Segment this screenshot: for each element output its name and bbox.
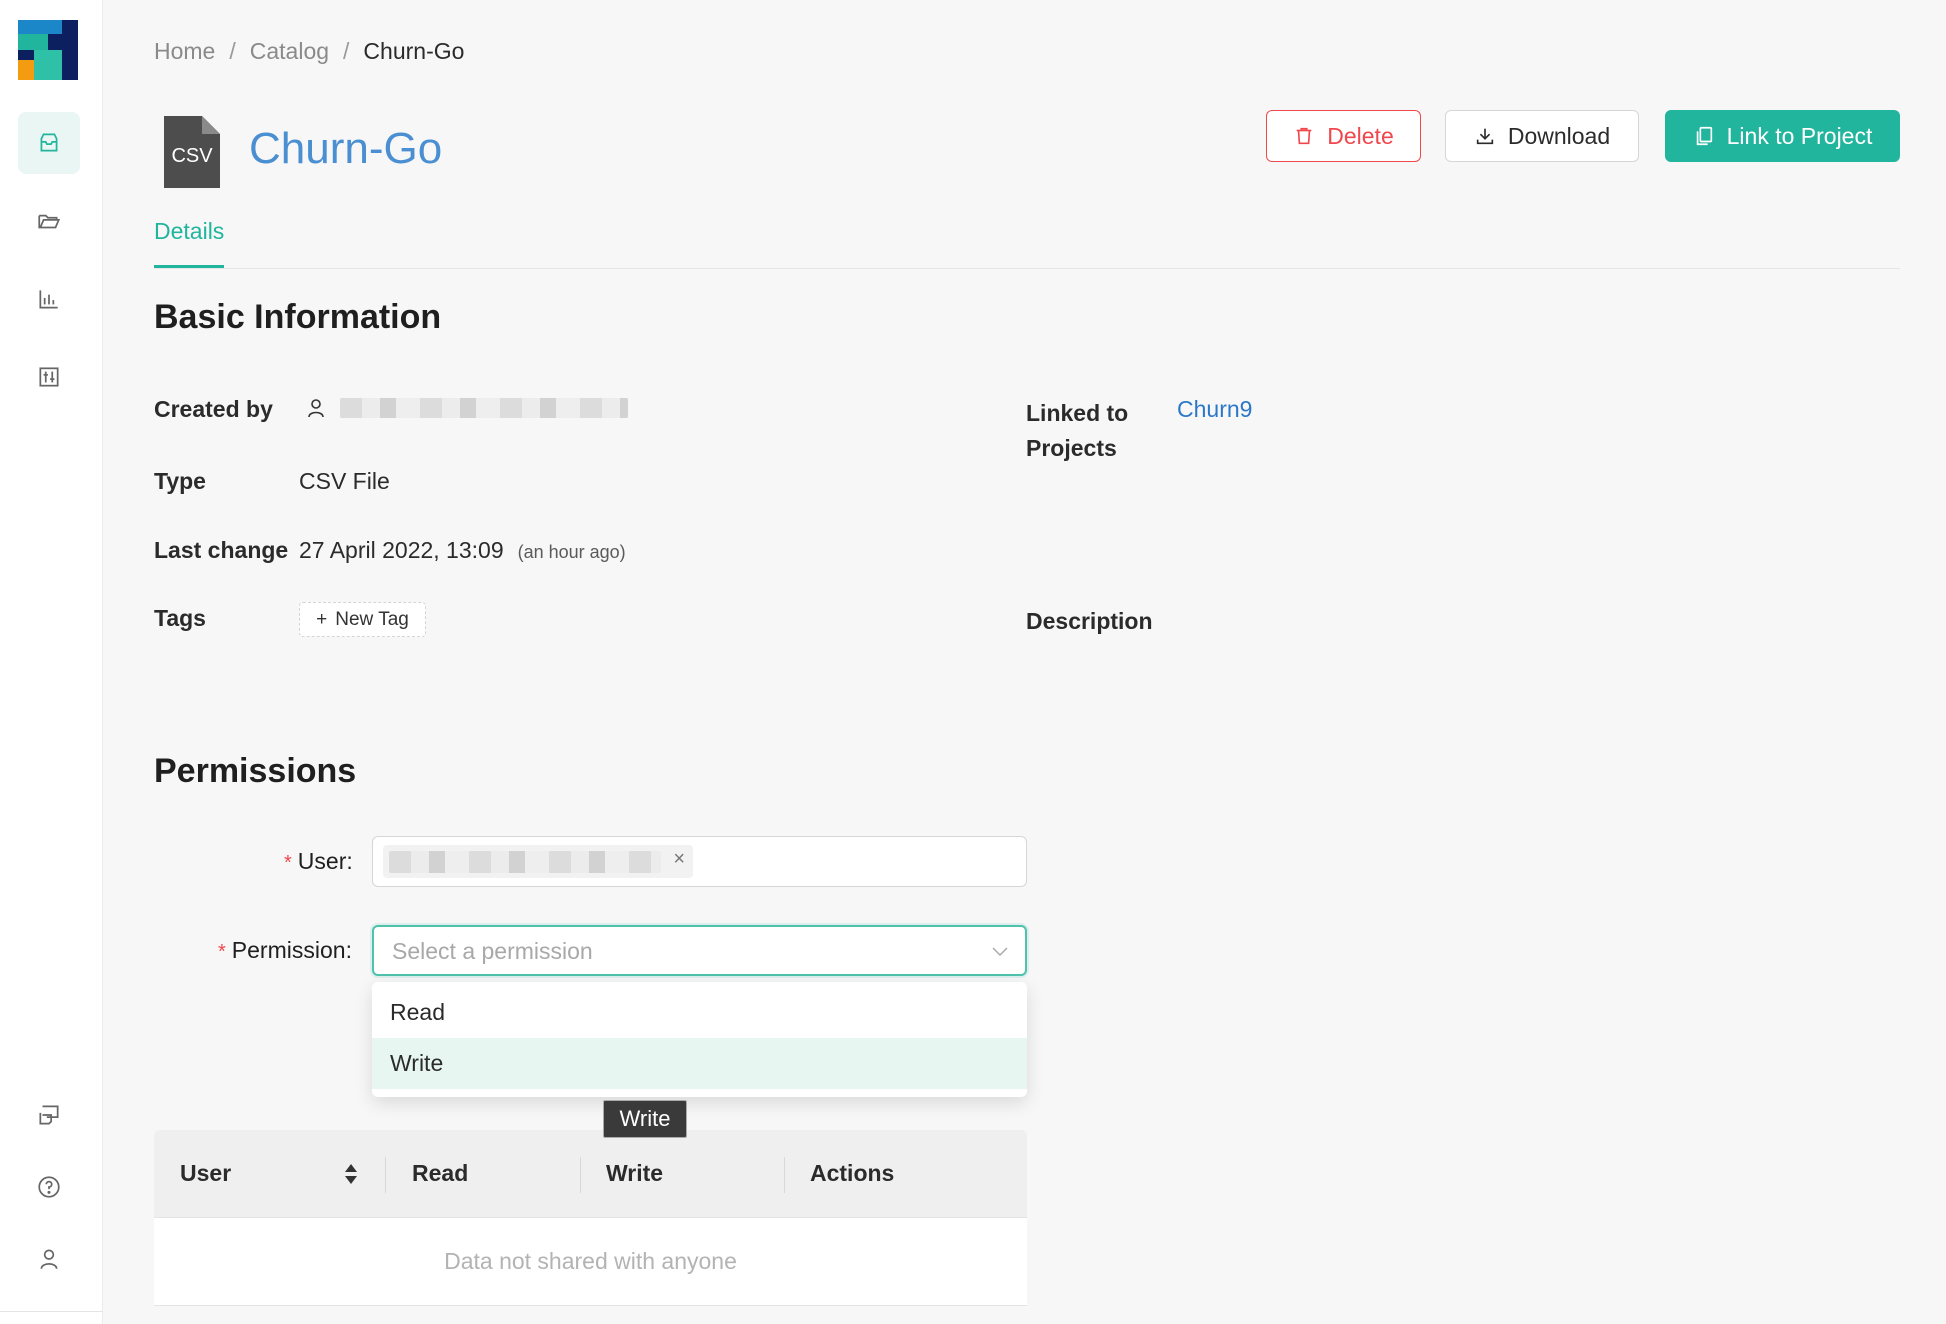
last-change-date: 27 April 2022, 13:09 <box>299 537 504 563</box>
last-change-relative: (an hour ago) <box>517 542 626 562</box>
sidebar <box>0 0 103 1324</box>
last-change-value: 27 April 2022, 13:09 (an hour ago) <box>299 537 626 564</box>
folder-icon <box>38 214 61 229</box>
breadcrumb: Home / Catalog / Churn-Go <box>154 38 464 65</box>
download-icon <box>1476 128 1494 145</box>
column-header-write: Write <box>606 1160 664 1186</box>
table-header: User Read Write Actions <box>154 1130 1027 1218</box>
catalog-icon <box>40 133 58 152</box>
linked-project-link[interactable]: Churn9 <box>1177 396 1252 423</box>
link-to-project-button[interactable]: Link to Project <box>1665 110 1900 162</box>
link-to-project-label: Link to Project <box>1726 122 1873 149</box>
created-by-value-redacted <box>340 398 628 418</box>
download-button[interactable]: Download <box>1445 110 1639 162</box>
user-select[interactable]: × <box>372 836 1027 887</box>
basic-information-title: Basic Information <box>154 298 442 336</box>
sort-icon[interactable] <box>344 1162 358 1186</box>
csv-file-icon: CSV <box>164 116 220 188</box>
required-marker: * <box>284 852 292 874</box>
column-header-read: Read <box>412 1160 469 1186</box>
selected-user-redacted <box>389 851 661 873</box>
remove-user-icon[interactable]: × <box>673 848 685 871</box>
main-content: Home / Catalog / Churn-Go CSV Churn-Go D… <box>154 0 1900 1324</box>
sidebar-divider <box>0 1311 103 1312</box>
column-header-user[interactable]: User <box>180 1160 231 1187</box>
linked-to-projects-label: Linked to Projects <box>1026 396 1128 466</box>
column-divider <box>580 1157 581 1193</box>
tab-divider <box>154 268 1900 269</box>
last-change-label: Last change <box>154 537 289 563</box>
permission-field-label: * Permission: <box>218 937 352 963</box>
permissions-table: User Read Write Actions Data not shared … <box>154 1130 1027 1306</box>
sliders-icon <box>39 367 59 387</box>
empty-state-text: Data not shared with anyone <box>444 1248 737 1274</box>
table-body: Data not shared with anyone <box>154 1218 1027 1306</box>
selected-user-tag: × <box>383 845 693 878</box>
description-label: Description <box>1026 608 1153 634</box>
chevron-down-icon <box>992 947 1008 957</box>
delete-button[interactable]: Delete <box>1266 110 1421 162</box>
created-by-label: Created by <box>154 396 273 422</box>
column-divider <box>385 1157 386 1193</box>
page-title: Churn-Go <box>249 124 443 173</box>
column-divider <box>784 1157 785 1193</box>
feedback-icon <box>39 1105 59 1125</box>
write-tooltip: Write <box>603 1100 687 1138</box>
type-label: Type <box>154 468 206 494</box>
nav-catalog[interactable] <box>18 112 80 174</box>
required-marker: * <box>218 941 226 963</box>
option-write[interactable]: Write <box>372 1038 1027 1089</box>
permission-placeholder: Select a permission <box>392 938 593 964</box>
breadcrumb-current: Churn-Go <box>363 38 465 64</box>
tab-details[interactable]: Details <box>154 218 225 268</box>
trash-icon <box>1296 127 1312 145</box>
new-tag-button[interactable]: + New Tag <box>299 602 426 637</box>
permissions-title: Permissions <box>154 752 357 790</box>
user-icon <box>40 1249 58 1269</box>
breadcrumb-catalog[interactable]: Catalog <box>250 38 329 65</box>
user-field-label: * User: <box>284 848 353 874</box>
nav-analytics[interactable] <box>18 268 80 330</box>
column-header-actions: Actions <box>810 1160 895 1186</box>
linked-label-line2: Projects <box>1026 435 1117 461</box>
nav-help[interactable] <box>18 1156 80 1218</box>
download-label: Download <box>1507 122 1611 149</box>
linked-label-line1: Linked to <box>1026 400 1129 426</box>
breadcrumb-home[interactable]: Home <box>154 38 215 65</box>
app-logo[interactable] <box>18 20 78 80</box>
file-badge: CSV <box>171 145 213 167</box>
new-tag-label: New Tag <box>335 608 409 630</box>
tags-label: Tags <box>154 605 206 631</box>
plus-icon: + <box>316 608 328 630</box>
type-value: CSV File <box>299 468 390 494</box>
permission-select[interactable]: Select a permission <box>372 925 1027 976</box>
breadcrumb-separator: / <box>343 38 350 64</box>
nav-account[interactable] <box>18 1228 80 1290</box>
nav-settings[interactable] <box>18 346 80 408</box>
nav-feedback[interactable] <box>18 1084 80 1146</box>
help-icon <box>38 1176 60 1198</box>
delete-label: Delete <box>1327 122 1394 149</box>
option-read[interactable]: Read <box>372 987 1027 1038</box>
nav-projects[interactable] <box>18 190 80 252</box>
breadcrumb-separator: / <box>229 38 236 64</box>
copy-icon <box>1696 126 1712 146</box>
permission-dropdown: Read Write <box>372 982 1027 1097</box>
chart-icon <box>39 290 58 309</box>
user-icon <box>308 399 324 418</box>
